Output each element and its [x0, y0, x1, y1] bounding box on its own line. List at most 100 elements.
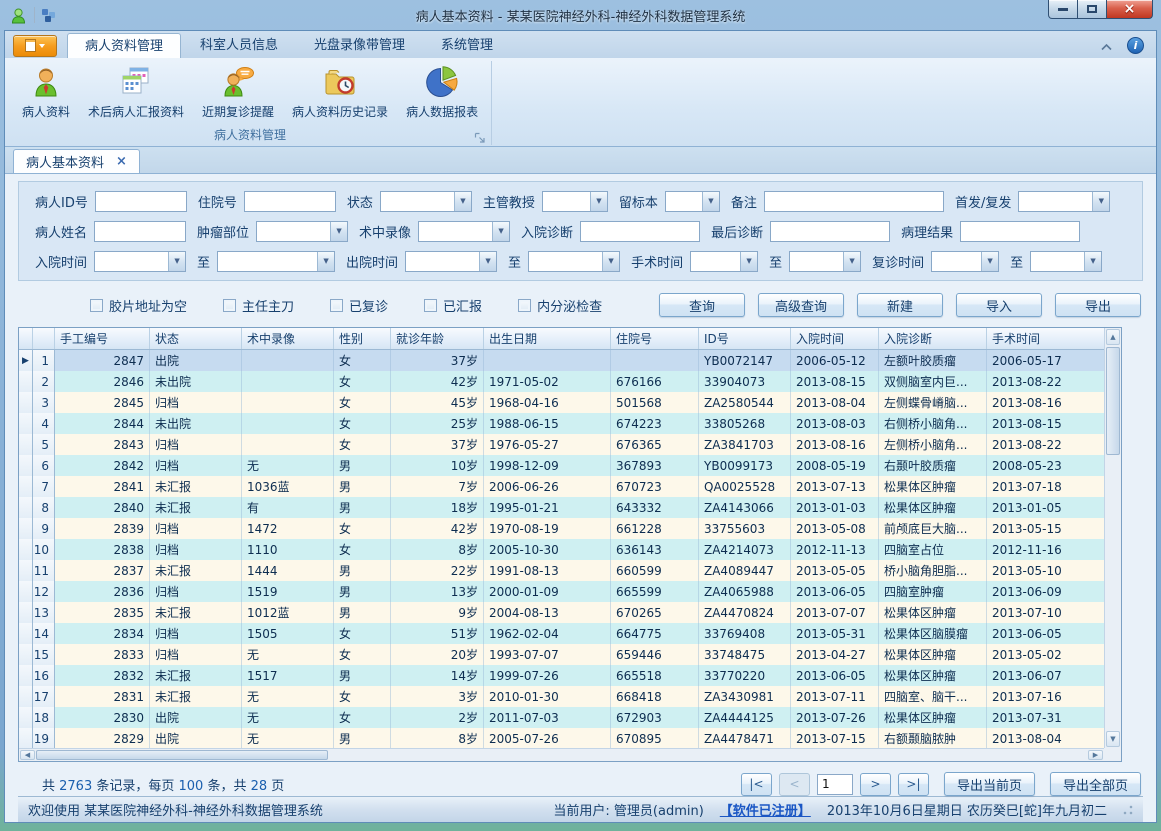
filter-combo-r1f4[interactable]: ▼: [542, 191, 608, 212]
info-icon[interactable]: i: [1127, 37, 1144, 54]
column-header-blank-1[interactable]: [19, 328, 33, 349]
table-row[interactable]: 22846未出院女42岁1971-05-02676166339040732013…: [19, 371, 1106, 392]
table-row[interactable]: 192829出院无男8岁2005-07-26670895ZA4478471201…: [19, 728, 1106, 749]
page-number-input[interactable]: [817, 774, 853, 795]
ribbon-tab-4[interactable]: 系统管理: [424, 33, 510, 58]
chevron-down-icon[interactable]: ▼: [479, 252, 496, 271]
app-menu-button[interactable]: [13, 35, 57, 57]
filter-combo-r3f7[interactable]: ▼: [931, 251, 999, 272]
chevron-down-icon[interactable]: ▼: [492, 222, 509, 241]
chevron-down-icon[interactable]: ▼: [590, 192, 607, 211]
first-page-button[interactable]: |<: [741, 773, 772, 796]
filter-combo-r2f2[interactable]: ▼: [256, 221, 348, 242]
column-header-4[interactable]: 状态: [150, 328, 242, 349]
column-header-6[interactable]: 性别: [334, 328, 391, 349]
next-page-button[interactable]: >: [860, 773, 891, 796]
table-row[interactable]: 132835未汇报1012蓝男9岁2004-08-13670265ZA44708…: [19, 602, 1106, 623]
ribbon-tab-2[interactable]: 科室人员信息: [183, 33, 295, 58]
chevron-down-icon[interactable]: ▼: [740, 252, 757, 271]
minimize-button[interactable]: [1048, 0, 1078, 19]
scroll-left-icon[interactable]: ◀: [20, 750, 35, 760]
history-folder-button[interactable]: 病人资料历史记录: [283, 61, 397, 122]
horizontal-scroll-thumb[interactable]: [36, 750, 328, 760]
ribbon-tab-1[interactable]: 病人资料管理: [67, 33, 181, 58]
table-row[interactable]: 62842归档无男10岁1998-12-09367893YB0099173200…: [19, 455, 1106, 476]
filter-combo-r2f3[interactable]: ▼: [418, 221, 510, 242]
resize-grip-icon[interactable]: [1123, 805, 1133, 815]
checkbox-2[interactable]: 主任主刀: [223, 296, 294, 315]
table-row[interactable]: 42844未出院女25岁1988-06-15674223338052682013…: [19, 413, 1106, 434]
table-row[interactable]: 82840未汇报有男18岁1995-01-21643332ZA414306620…: [19, 497, 1106, 518]
column-header-12[interactable]: 入院诊断: [879, 328, 987, 349]
patient-button[interactable]: 病人资料: [13, 61, 79, 122]
maximize-button[interactable]: [1078, 0, 1107, 19]
column-header-7[interactable]: 就诊年龄: [391, 328, 484, 349]
import-button[interactable]: 导入: [956, 293, 1042, 317]
table-row[interactable]: 162832未汇报1517男14岁1999-07-266655183377022…: [19, 665, 1106, 686]
scroll-up-icon[interactable]: ▲: [1106, 329, 1120, 345]
filter-input-r2f6[interactable]: [960, 221, 1080, 242]
filter-input-r2f1[interactable]: [94, 221, 186, 242]
last-page-button[interactable]: >|: [898, 773, 929, 796]
filter-combo-r1f7[interactable]: ▼: [1018, 191, 1110, 212]
chevron-down-icon[interactable]: ▼: [1084, 252, 1101, 271]
filter-input-r1f1[interactable]: [95, 191, 187, 212]
vertical-scrollbar[interactable]: ▲ ▼: [1104, 328, 1121, 748]
filter-input-r2f4[interactable]: [580, 221, 700, 242]
checkbox-4[interactable]: 已汇报: [424, 296, 482, 315]
report-calendar-button[interactable]: 术后病人汇报资料: [79, 61, 193, 122]
table-row[interactable]: 152833归档无女20岁1993-07-0765944633748475201…: [19, 644, 1106, 665]
horizontal-scrollbar[interactable]: ◀ ▶: [19, 748, 1104, 761]
chevron-down-icon[interactable]: ▼: [454, 192, 471, 211]
prev-page-button[interactable]: <: [779, 773, 810, 796]
table-row[interactable]: 172831未汇报无女3岁2010-01-30668418ZA343098120…: [19, 686, 1106, 707]
chevron-down-icon[interactable]: ▼: [317, 252, 334, 271]
chevron-down-icon[interactable]: ▼: [981, 252, 998, 271]
filter-combo-r3f3[interactable]: ▼: [405, 251, 497, 272]
chevron-down-icon[interactable]: ▼: [330, 222, 347, 241]
create-button[interactable]: 新建: [857, 293, 943, 317]
filter-combo-r3f2[interactable]: ▼: [217, 251, 335, 272]
column-header-10[interactable]: ID号: [699, 328, 791, 349]
export-button[interactable]: 导出: [1055, 293, 1141, 317]
filter-combo-r1f3[interactable]: ▼: [380, 191, 472, 212]
license-link[interactable]: 【软件已注册】: [720, 800, 811, 819]
checkbox-5[interactable]: 内分泌检查: [518, 296, 602, 315]
column-header-5[interactable]: 术中录像: [242, 328, 334, 349]
table-row[interactable]: ▶12847出院女37岁YB00721472006-05-12左额叶胶质瘤200…: [19, 350, 1106, 371]
scroll-right-icon[interactable]: ▶: [1088, 750, 1103, 760]
filter-combo-r3f1[interactable]: ▼: [94, 251, 186, 272]
filter-combo-r3f5[interactable]: ▼: [690, 251, 758, 272]
filter-input-r1f6[interactable]: [764, 191, 944, 212]
filter-input-r2f5[interactable]: [770, 221, 890, 242]
column-header-9[interactable]: 住院号: [611, 328, 699, 349]
column-header-blank-2[interactable]: [33, 328, 55, 349]
dialog-launcher-icon[interactable]: [474, 129, 486, 141]
export-all-pages-button[interactable]: 导出全部页: [1050, 772, 1141, 796]
chevron-down-icon[interactable]: ▼: [1092, 192, 1109, 211]
scroll-down-icon[interactable]: ▼: [1106, 731, 1120, 747]
table-row[interactable]: 102838归档1110女8岁2005-10-30636143ZA4214073…: [19, 539, 1106, 560]
advanced-query-button[interactable]: 高级查询: [758, 293, 844, 317]
table-row[interactable]: 182830出院无女2岁2011-07-03672903ZA4444125201…: [19, 707, 1106, 728]
close-button[interactable]: ×: [1107, 0, 1153, 19]
checkbox-1[interactable]: 胶片地址为空: [90, 296, 187, 315]
tab-patient-basic-info[interactable]: 病人基本资料 ×: [13, 149, 140, 173]
ribbon-collapse-icon[interactable]: [1100, 36, 1113, 55]
tab-close-icon[interactable]: ×: [116, 155, 127, 168]
table-row[interactable]: 52843归档女37岁1976-05-27676365ZA38417032013…: [19, 434, 1106, 455]
pie-chart-button[interactable]: 病人数据报表: [397, 61, 487, 122]
export-current-page-button[interactable]: 导出当前页: [944, 772, 1035, 796]
chevron-down-icon[interactable]: ▼: [843, 252, 860, 271]
table-row[interactable]: 142834归档1505女51岁1962-02-0466477533769408…: [19, 623, 1106, 644]
filter-combo-r3f4[interactable]: ▼: [528, 251, 620, 272]
filter-combo-r3f8[interactable]: ▼: [1030, 251, 1102, 272]
vertical-scroll-thumb[interactable]: [1106, 347, 1120, 455]
table-row[interactable]: 92839归档1472女42岁1970-08-19661228337556032…: [19, 518, 1106, 539]
table-row[interactable]: 72841未汇报1036蓝男7岁2006-06-26670723QA002552…: [19, 476, 1106, 497]
table-row[interactable]: 32845归档女45岁1968-04-16501568ZA25805442013…: [19, 392, 1106, 413]
chevron-down-icon[interactable]: ▼: [602, 252, 619, 271]
chevron-down-icon[interactable]: ▼: [168, 252, 185, 271]
table-row[interactable]: 112837未汇报1444男22岁1991-08-13660599ZA40894…: [19, 560, 1106, 581]
filter-input-r1f2[interactable]: [244, 191, 336, 212]
